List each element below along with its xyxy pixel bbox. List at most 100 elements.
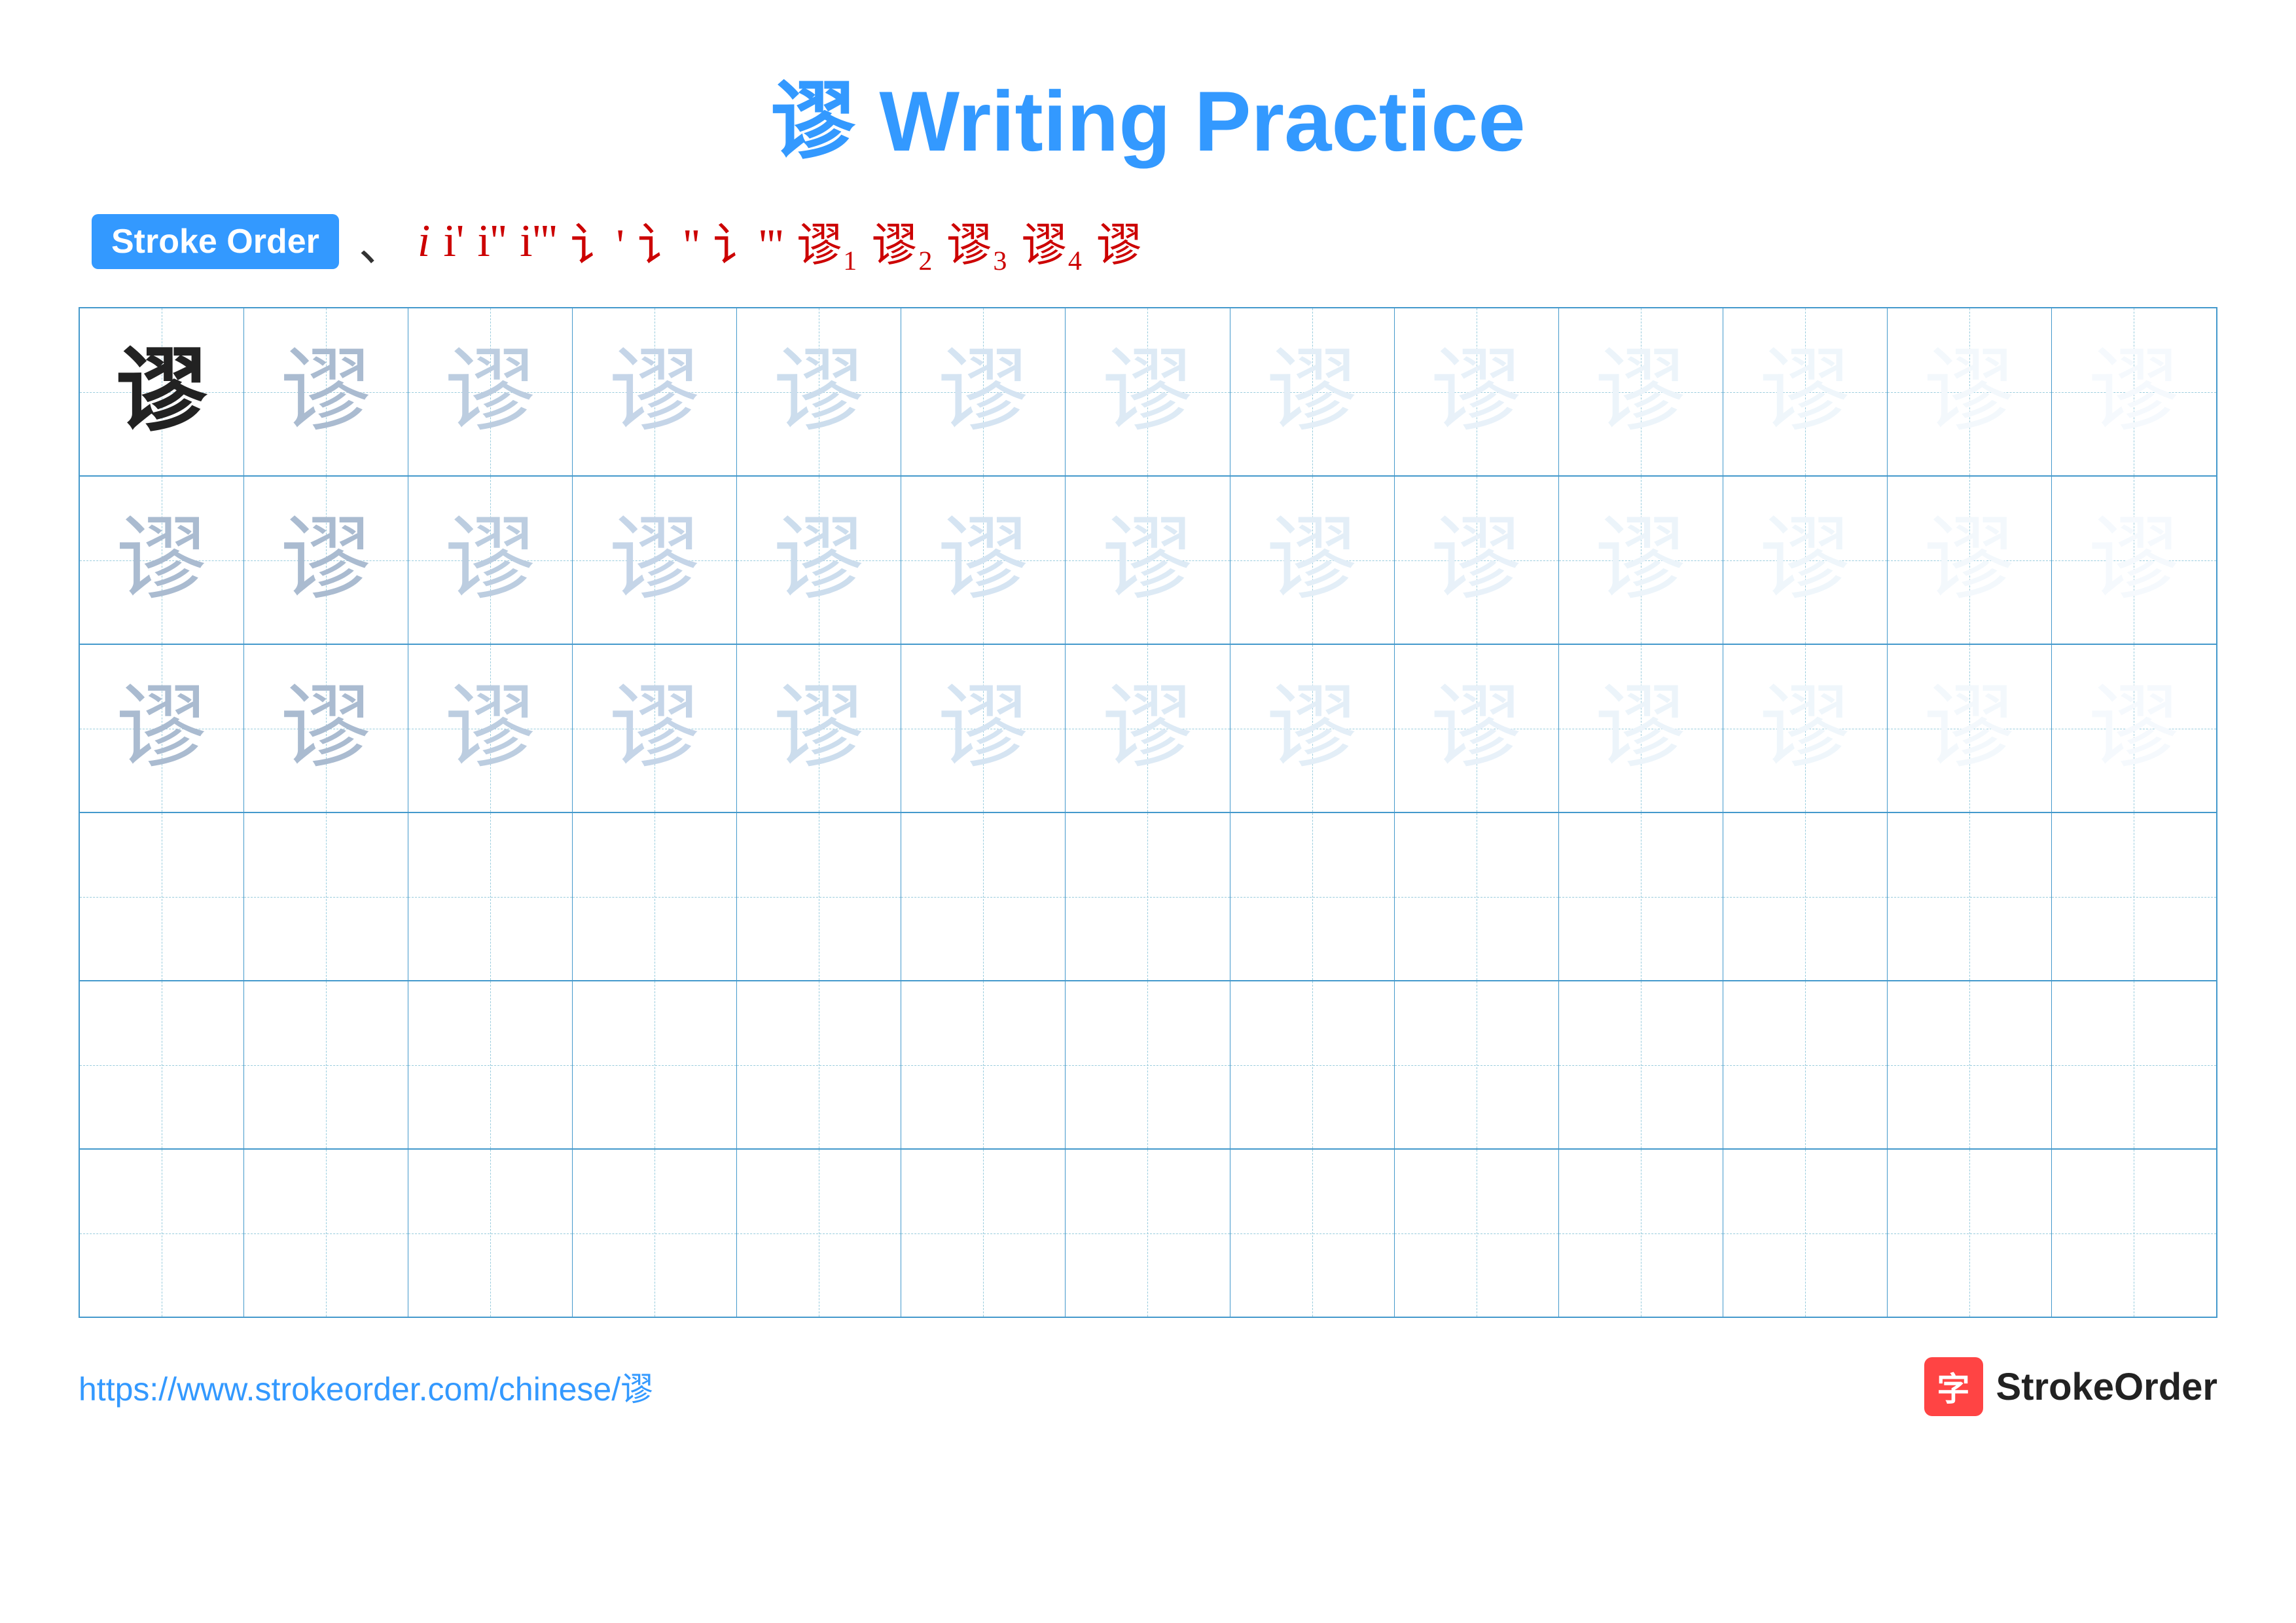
- grid-cell-1-9: 谬: [1395, 308, 1559, 475]
- stroke-step-8: 谬₁: [797, 208, 858, 274]
- grid-cell-5-12[interactable]: [1888, 981, 2052, 1148]
- grid-cell-2-8: 谬: [1230, 477, 1395, 644]
- grid-cell-5-8[interactable]: [1230, 981, 1395, 1148]
- grid-cell-5-4[interactable]: [573, 981, 737, 1148]
- grid-cell-3-5: 谬: [737, 645, 901, 812]
- grid-cell-5-5[interactable]: [737, 981, 901, 1148]
- title-text: Writing Practice: [879, 73, 1525, 169]
- grid-cell-6-10[interactable]: [1559, 1150, 1723, 1317]
- grid-cell-4-1[interactable]: [80, 813, 244, 980]
- grid-cell-4-5[interactable]: [737, 813, 901, 980]
- char-med1: 谬: [280, 346, 372, 438]
- strokeorder-logo-icon: 字: [1924, 1357, 1983, 1416]
- grid-cell-1-12: 谬: [1888, 308, 2052, 475]
- grid-cell-5-10[interactable]: [1559, 981, 1723, 1148]
- grid-row-3: 谬 谬 谬 谬 谬 谬 谬: [80, 645, 2216, 813]
- grid-cell-6-9[interactable]: [1395, 1150, 1559, 1317]
- stroke-step-3: i'': [477, 215, 507, 268]
- grid-cell-5-2[interactable]: [244, 981, 408, 1148]
- grid-cell-6-13[interactable]: [2052, 1150, 2216, 1317]
- grid-cell-5-3[interactable]: [408, 981, 573, 1148]
- footer-logo: 字 StrokeOrder: [1924, 1357, 2217, 1416]
- grid-cell-3-3: 谬: [408, 645, 573, 812]
- grid-cell-4-12[interactable]: [1888, 813, 2052, 980]
- char-med3: 谬: [609, 346, 700, 438]
- grid-cell-4-10[interactable]: [1559, 813, 1723, 980]
- grid-row-1: 谬 谬 谬 谬 谬 谬 谬: [80, 308, 2216, 477]
- grid-cell-4-13[interactable]: [2052, 813, 2216, 980]
- stroke-step-11: 谬₄: [1021, 208, 1083, 274]
- grid-cell-1-7: 谬: [1066, 308, 1230, 475]
- grid-cell-6-12[interactable]: [1888, 1150, 2052, 1317]
- grid-cell-2-10: 谬: [1559, 477, 1723, 644]
- grid-cell-6-4[interactable]: [573, 1150, 737, 1317]
- grid-cell-1-4: 谬: [573, 308, 737, 475]
- grid-cell-3-4: 谬: [573, 645, 737, 812]
- char-light3: 谬: [1431, 346, 1522, 438]
- grid-row-4: [80, 813, 2216, 981]
- stroke-order-badge[interactable]: Stroke Order: [92, 214, 339, 269]
- grid-cell-4-8[interactable]: [1230, 813, 1395, 980]
- grid-cell-6-1[interactable]: [80, 1150, 244, 1317]
- grid-cell-3-10: 谬: [1559, 645, 1723, 812]
- title-char: 谬: [770, 73, 855, 169]
- stroke-step-12: 谬: [1096, 208, 1142, 274]
- grid-cell-3-7: 谬: [1066, 645, 1230, 812]
- char-vlight1: 谬: [1924, 346, 2015, 438]
- grid-cell-3-1: 谬: [80, 645, 244, 812]
- grid-cell-4-6[interactable]: [901, 813, 1066, 980]
- grid-cell-6-5[interactable]: [737, 1150, 901, 1317]
- grid-cell-2-11: 谬: [1723, 477, 1888, 644]
- stroke-order-row: Stroke Order 、 i i' i'' i''' 讠' 讠'' 讠'''…: [79, 208, 2217, 274]
- grid-cell-4-7[interactable]: [1066, 813, 1230, 980]
- grid-row-2: 谬 谬 谬 谬 谬 谬 谬: [80, 477, 2216, 645]
- practice-grid: 谬 谬 谬 谬 谬 谬 谬: [79, 307, 2217, 1318]
- grid-cell-5-7[interactable]: [1066, 981, 1230, 1148]
- footer: https://www.strokeorder.com/chinese/谬 字 …: [79, 1357, 2217, 1416]
- grid-cell-3-9: 谬: [1395, 645, 1559, 812]
- grid-cell-6-8[interactable]: [1230, 1150, 1395, 1317]
- grid-cell-3-2: 谬: [244, 645, 408, 812]
- page-title: 谬 Writing Practice: [770, 52, 1525, 175]
- char-med5: 谬: [937, 346, 1029, 438]
- footer-logo-text: StrokeOrder: [1996, 1365, 2217, 1409]
- grid-cell-4-9[interactable]: [1395, 813, 1559, 980]
- stroke-steps: 、 i i' i'' i''' 讠' 讠'' 讠''' 谬₁ 谬₂ 谬₃ 谬₄ …: [359, 208, 1142, 274]
- char-light5: 谬: [1759, 346, 1851, 438]
- grid-cell-1-10: 谬: [1559, 308, 1723, 475]
- grid-cell-3-6: 谬: [901, 645, 1066, 812]
- stroke-step-6: 讠'': [637, 208, 700, 274]
- grid-cell-1-1: 谬: [80, 308, 244, 475]
- grid-cell-5-1[interactable]: [80, 981, 244, 1148]
- grid-cell-6-3[interactable]: [408, 1150, 573, 1317]
- grid-cell-1-3: 谬: [408, 308, 573, 475]
- grid-cell-1-5: 谬: [737, 308, 901, 475]
- stroke-step-4: i''': [520, 215, 557, 268]
- grid-cell-3-12: 谬: [1888, 645, 2052, 812]
- footer-url[interactable]: https://www.strokeorder.com/chinese/谬: [79, 1363, 653, 1410]
- grid-cell-5-9[interactable]: [1395, 981, 1559, 1148]
- grid-cell-1-11: 谬: [1723, 308, 1888, 475]
- stroke-step-7: 讠''': [713, 208, 783, 274]
- char-light4: 谬: [1595, 346, 1687, 438]
- grid-cell-1-6: 谬: [901, 308, 1066, 475]
- char-med4: 谬: [773, 346, 865, 438]
- grid-cell-6-2[interactable]: [244, 1150, 408, 1317]
- grid-cell-2-3: 谬: [408, 477, 573, 644]
- grid-cell-4-11[interactable]: [1723, 813, 1888, 980]
- grid-cell-6-6[interactable]: [901, 1150, 1066, 1317]
- grid-cell-1-13: 谬: [2052, 308, 2216, 475]
- stroke-step-0: 、: [359, 208, 404, 274]
- grid-cell-2-2: 谬: [244, 477, 408, 644]
- grid-cell-5-11[interactable]: [1723, 981, 1888, 1148]
- grid-cell-6-7[interactable]: [1066, 1150, 1230, 1317]
- grid-cell-5-6[interactable]: [901, 981, 1066, 1148]
- grid-cell-4-2[interactable]: [244, 813, 408, 980]
- grid-cell-4-3[interactable]: [408, 813, 573, 980]
- page: 谬 Writing Practice Stroke Order 、 i i' i…: [0, 0, 2296, 1623]
- grid-cell-1-8: 谬: [1230, 308, 1395, 475]
- grid-cell-4-4[interactable]: [573, 813, 737, 980]
- grid-cell-2-9: 谬: [1395, 477, 1559, 644]
- grid-cell-6-11[interactable]: [1723, 1150, 1888, 1317]
- grid-cell-5-13[interactable]: [2052, 981, 2216, 1148]
